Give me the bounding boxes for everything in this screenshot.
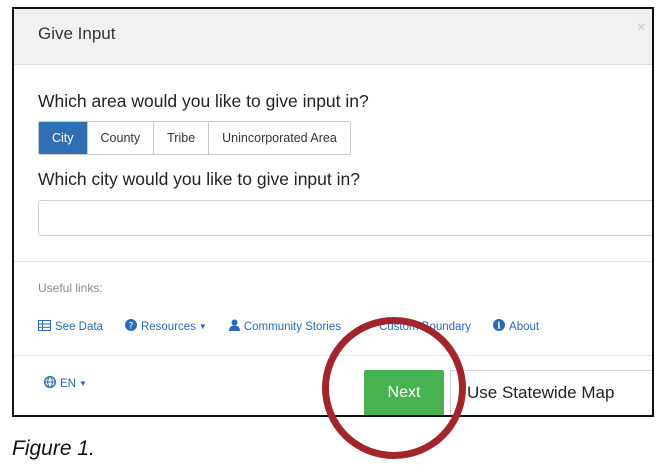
dialog-header: Give Input × [14,9,652,65]
next-button[interactable]: Next [364,370,444,415]
dialog-title: Give Input [38,24,116,43]
table-icon [38,319,51,334]
language-selector[interactable]: EN ▼ [43,375,87,391]
useful-links-label: Useful links: [38,281,103,295]
caret-down-icon: ▼ [78,379,87,388]
area-option-county[interactable]: County [87,122,155,154]
caret-down-icon: ▼ [198,322,207,331]
svg-text:i: i [497,322,501,332]
area-selector: City County Tribe Unincorporated Area [38,121,351,155]
give-input-dialog: Give Input × Which area would you like t… [12,7,654,417]
custom-boundary-label: Custom Boundary [378,320,472,333]
use-statewide-map-button[interactable]: Use Statewide Map [450,370,652,415]
close-icon[interactable]: × [637,19,646,37]
footer-divider [14,355,652,356]
divider [14,261,652,262]
community-stories-label: Community Stories [243,320,341,333]
user-icon [228,319,240,334]
area-question: Which area would you like to give input … [38,91,369,111]
area-option-city[interactable]: City [39,122,88,154]
resources-link[interactable]: ? Resources ▼ [124,319,207,334]
about-link[interactable]: i About [493,319,539,334]
pencil-icon [363,319,375,334]
globe-icon [43,375,57,391]
city-input[interactable] [38,200,652,236]
city-question: Which city would you like to give input … [38,169,360,189]
question-circle-icon: ? [124,319,137,334]
language-label: EN [60,377,76,390]
see-data-label: See Data [55,320,103,333]
figure-caption: Figure 1. [12,437,95,460]
area-option-tribe[interactable]: Tribe [154,122,210,154]
info-circle-icon: i [493,319,506,334]
see-data-link[interactable]: See Data [38,319,103,334]
useful-links: See Data ? Resources ▼ Community Stories… [38,319,561,334]
svg-text:?: ? [129,322,134,332]
community-stories-link[interactable]: Community Stories [228,319,341,334]
area-option-unincorporated[interactable]: Unincorporated Area [209,122,350,154]
custom-boundary-link[interactable]: Custom Boundary [363,319,471,334]
about-label: About [509,320,540,333]
resources-label: Resources [140,320,196,333]
